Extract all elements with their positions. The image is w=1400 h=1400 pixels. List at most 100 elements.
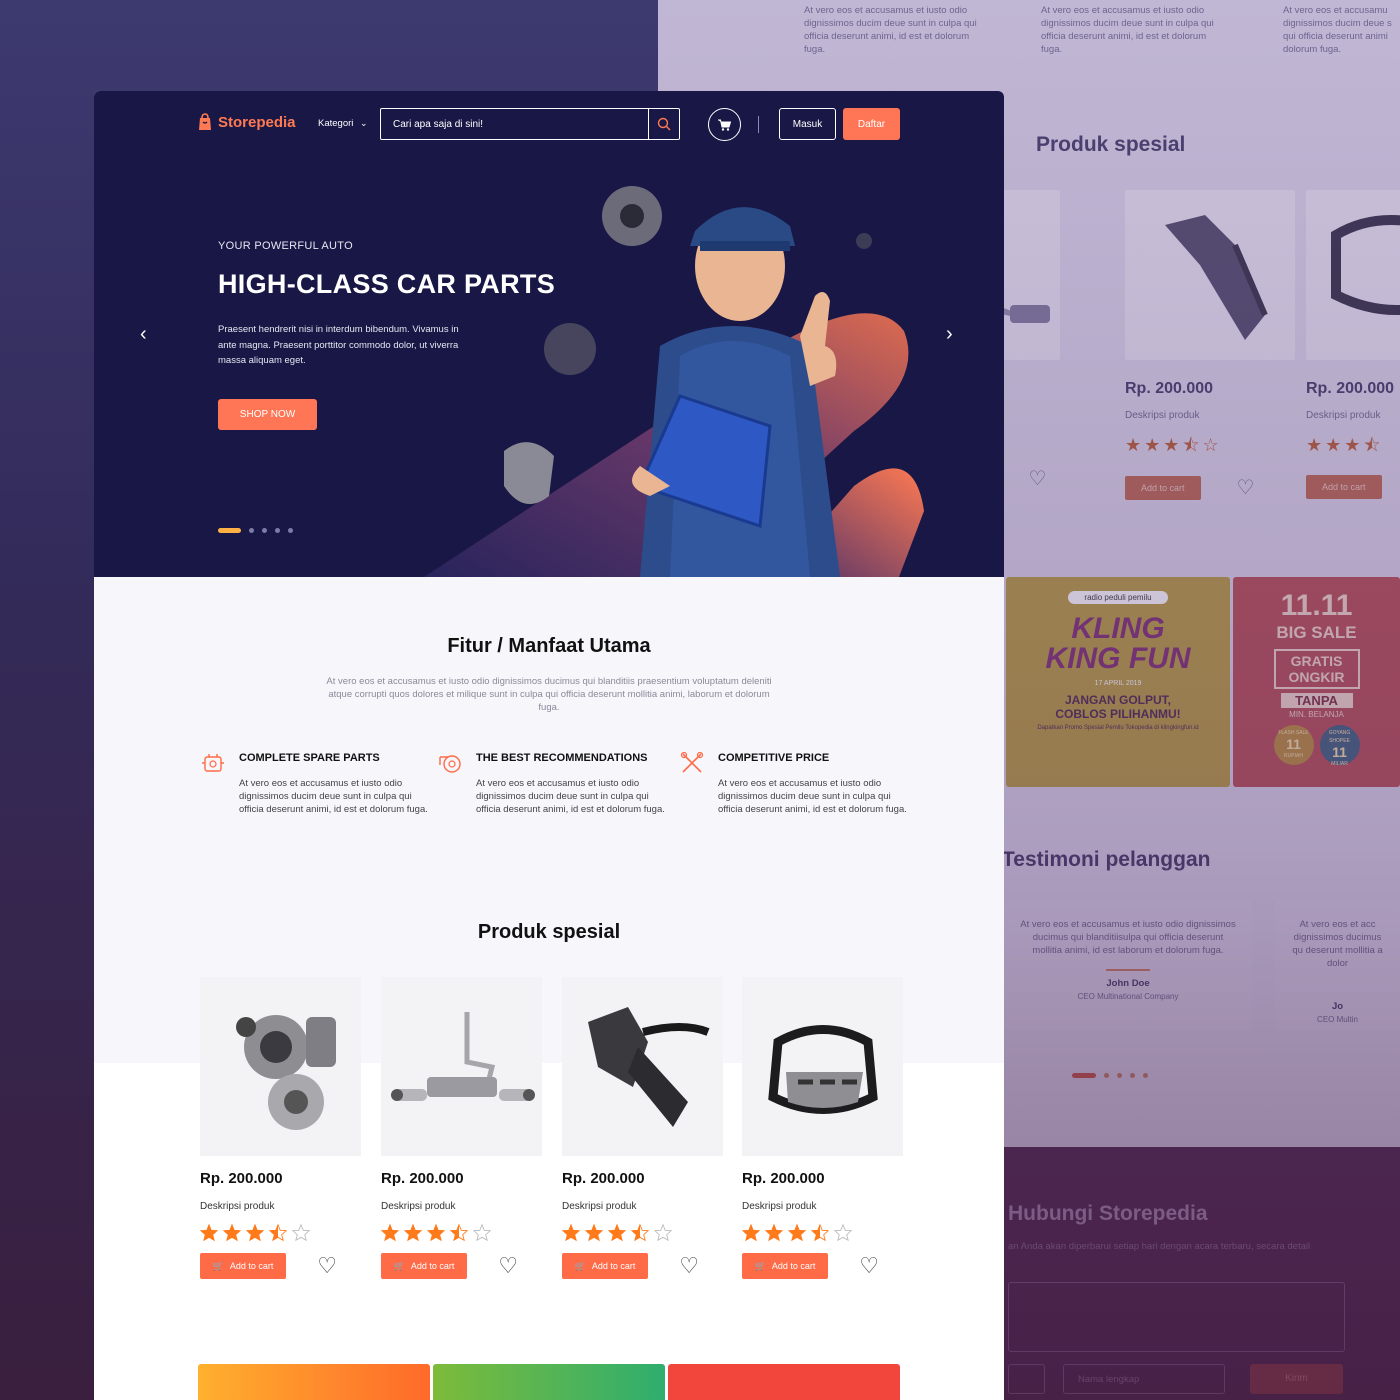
feature-text: At vero eos et accusamus et iusto odio d…	[476, 778, 665, 815]
star-icon	[788, 1224, 806, 1241]
product-rating	[742, 1224, 903, 1241]
search-input[interactable]: Cari apa saja di sini!	[381, 109, 648, 139]
star-icon	[381, 1224, 399, 1241]
bg-testimonials-title: Testimoni pelanggan	[1002, 848, 1211, 871]
features-subtitle: At vero eos et accusamus et iusto odio d…	[326, 676, 772, 713]
search-icon	[657, 117, 671, 131]
bg-text-col-3: At vero eos et accusamu dignissimos duci…	[1283, 5, 1392, 55]
star-icon	[562, 1224, 580, 1241]
star-icon	[811, 1224, 829, 1241]
features-title: Fitur / Manfaat Utama	[447, 635, 651, 657]
star-icon	[404, 1224, 422, 1241]
star-icon	[834, 1224, 852, 1241]
bg-banner-1111-badge-2: GOYANG SHOPEE 11 MILIAR	[1319, 725, 1360, 767]
product-image-bull-bar[interactable]	[742, 977, 903, 1156]
cart-icon: 🛒	[393, 1260, 405, 1271]
product-card[interactable]: Rp. 200.000 Deskripsi produk 🛒 Add to car…	[742, 977, 903, 1279]
bg-contact-title: Hubungi Storepedia	[1008, 1202, 1208, 1225]
slide-dot-1[interactable]	[218, 528, 241, 533]
chevron-down-icon: ⌄	[360, 118, 368, 128]
main-page-card: Storepedia Kategori ⌄ Cari apa saja di s…	[94, 91, 1004, 1400]
register-button[interactable]: Daftar	[843, 108, 900, 140]
star-icon	[200, 1224, 218, 1241]
bg-banner-date: 17 APRIL 2019	[1094, 680, 1142, 687]
bg-banner-tagline: JANGAN GOLPUT, COBLOS PILIHANMU!	[1055, 693, 1181, 721]
add-to-cart-button[interactable]: 🛒 Add to cart	[381, 1253, 467, 1279]
product-image-exhaust[interactable]	[381, 977, 542, 1156]
brand-name: Storepedia	[218, 113, 296, 131]
cart-icon: 🛒	[574, 1260, 586, 1271]
star-icon	[427, 1224, 445, 1241]
product-rating	[381, 1224, 542, 1241]
next-slide-icon[interactable]: ›	[946, 323, 953, 346]
slide-dot-4[interactable]	[275, 528, 280, 533]
product-card[interactable]: Rp. 200.000 Deskripsi produk 🛒 Add to car…	[200, 977, 361, 1279]
bg-banner-1111-promo2: TANPA	[1280, 693, 1353, 708]
slide-dot-5[interactable]	[288, 528, 293, 533]
bg-add-to-cart-button: Add to cart	[1125, 475, 1201, 500]
cart-button[interactable]	[708, 108, 741, 141]
bg-product-price: Rp. 200.000	[1306, 380, 1395, 397]
star-icon	[654, 1224, 672, 1241]
bg-products-title: Produk spesial	[1036, 133, 1186, 156]
heart-icon[interactable]: ♡	[498, 1253, 518, 1279]
login-button[interactable]: Masuk	[779, 108, 836, 140]
bg-banner-1111-promo: GRATIS ONGKIR	[1273, 649, 1360, 689]
add-to-cart-button[interactable]: 🛒 Add to cart	[742, 1253, 828, 1279]
star-icon	[631, 1224, 649, 1241]
bg-testimonial-role: CEO Multinational Company	[1077, 992, 1179, 1001]
bg-banner-1111-promo3: MIN. BELANJA	[1289, 710, 1344, 719]
promo-banner-2[interactable]	[433, 1364, 665, 1400]
product-image-turbocharger[interactable]	[200, 977, 361, 1156]
product-price: Rp. 200.000	[200, 1170, 283, 1187]
shop-now-button[interactable]: SHOP NOW	[218, 399, 317, 430]
feature-item: THE BEST RECOMMENDATIONS At vero eos et …	[439, 751, 666, 816]
bg-testimonial-card-partial: At vero eos et acc dignissimos ducimus q…	[1275, 900, 1400, 1030]
bg-testimonial-card: At vero eos et accusamus et iusto odio d…	[1004, 900, 1252, 1030]
star-icon	[292, 1224, 310, 1241]
promo-banner-1[interactable]	[198, 1364, 430, 1400]
product-image-air-intake[interactable]	[562, 977, 723, 1156]
heart-icon[interactable]: ♡	[859, 1253, 879, 1279]
bg-product-card: Rp. 200.000 Deskripsi produk ★★★⯪☆ Add t…	[1125, 190, 1295, 520]
bg-text-col-1: At vero eos et accusamus et iusto odio d…	[804, 5, 977, 55]
heart-icon[interactable]: ♡	[679, 1253, 699, 1279]
bg-product-card: Rp. 200.000 Deskripsi produk ★★★⯪ Add to…	[1306, 190, 1400, 520]
add-to-cart-button[interactable]: 🛒 Add to cart	[200, 1253, 286, 1279]
star-icon	[473, 1224, 491, 1241]
engine-icon	[202, 754, 224, 772]
header-divider	[758, 116, 759, 133]
product-price: Rp. 200.000	[381, 1170, 464, 1187]
turbo-icon	[439, 755, 461, 773]
bg-product-rating: ★★★⯪☆	[1125, 435, 1222, 455]
heart-icon[interactable]: ♡	[317, 1253, 337, 1279]
promo-banners	[198, 1364, 900, 1400]
prev-slide-icon[interactable]: ‹	[140, 323, 147, 346]
bg-contact-subtitle: an Anda akan diperbarui setiap hari deng…	[1008, 1241, 1311, 1252]
heart-icon: ♡	[1028, 468, 1047, 490]
bg-testimonial-dots	[1072, 1073, 1148, 1078]
hero-eyebrow: YOUR POWERFUL AUTO	[218, 240, 353, 252]
slide-dot-2[interactable]	[249, 528, 254, 533]
bg-testimonial-name: John Doe	[1106, 978, 1150, 989]
search-button[interactable]	[648, 109, 679, 139]
bg-product-desc: Deskripsi produk	[1125, 410, 1200, 421]
bg-banner-badge: radio peduli pemilu	[1068, 591, 1168, 604]
promo-banner-3[interactable]	[668, 1364, 900, 1400]
star-icon	[450, 1224, 468, 1241]
product-price: Rp. 200.000	[562, 1170, 645, 1187]
bg-name-field: Nama lengkap	[1063, 1364, 1225, 1394]
slide-dot-3[interactable]	[262, 528, 267, 533]
product-card[interactable]: Rp. 200.000 Deskripsi produk 🛒 Add to car…	[381, 977, 542, 1279]
add-to-cart-button[interactable]: 🛒 Add to cart	[562, 1253, 648, 1279]
category-dropdown[interactable]: Kategori ⌄	[318, 118, 368, 129]
star-icon	[585, 1224, 603, 1241]
bg-banner-1111: 11.11 BIG SALE GRATIS ONGKIR TANPA MIN. …	[1233, 577, 1400, 787]
bg-banner-1111-subtitle: BIG SALE	[1276, 623, 1357, 642]
product-card[interactable]: Rp. 200.000 Deskripsi produk 🛒 Add to car…	[562, 977, 723, 1279]
star-icon	[269, 1224, 287, 1241]
brand-logo[interactable]: Storepedia	[198, 113, 296, 131]
star-icon	[223, 1224, 241, 1241]
hero-slide-dots	[218, 528, 293, 533]
bg-product-price: Rp. 200.000	[1125, 380, 1214, 397]
